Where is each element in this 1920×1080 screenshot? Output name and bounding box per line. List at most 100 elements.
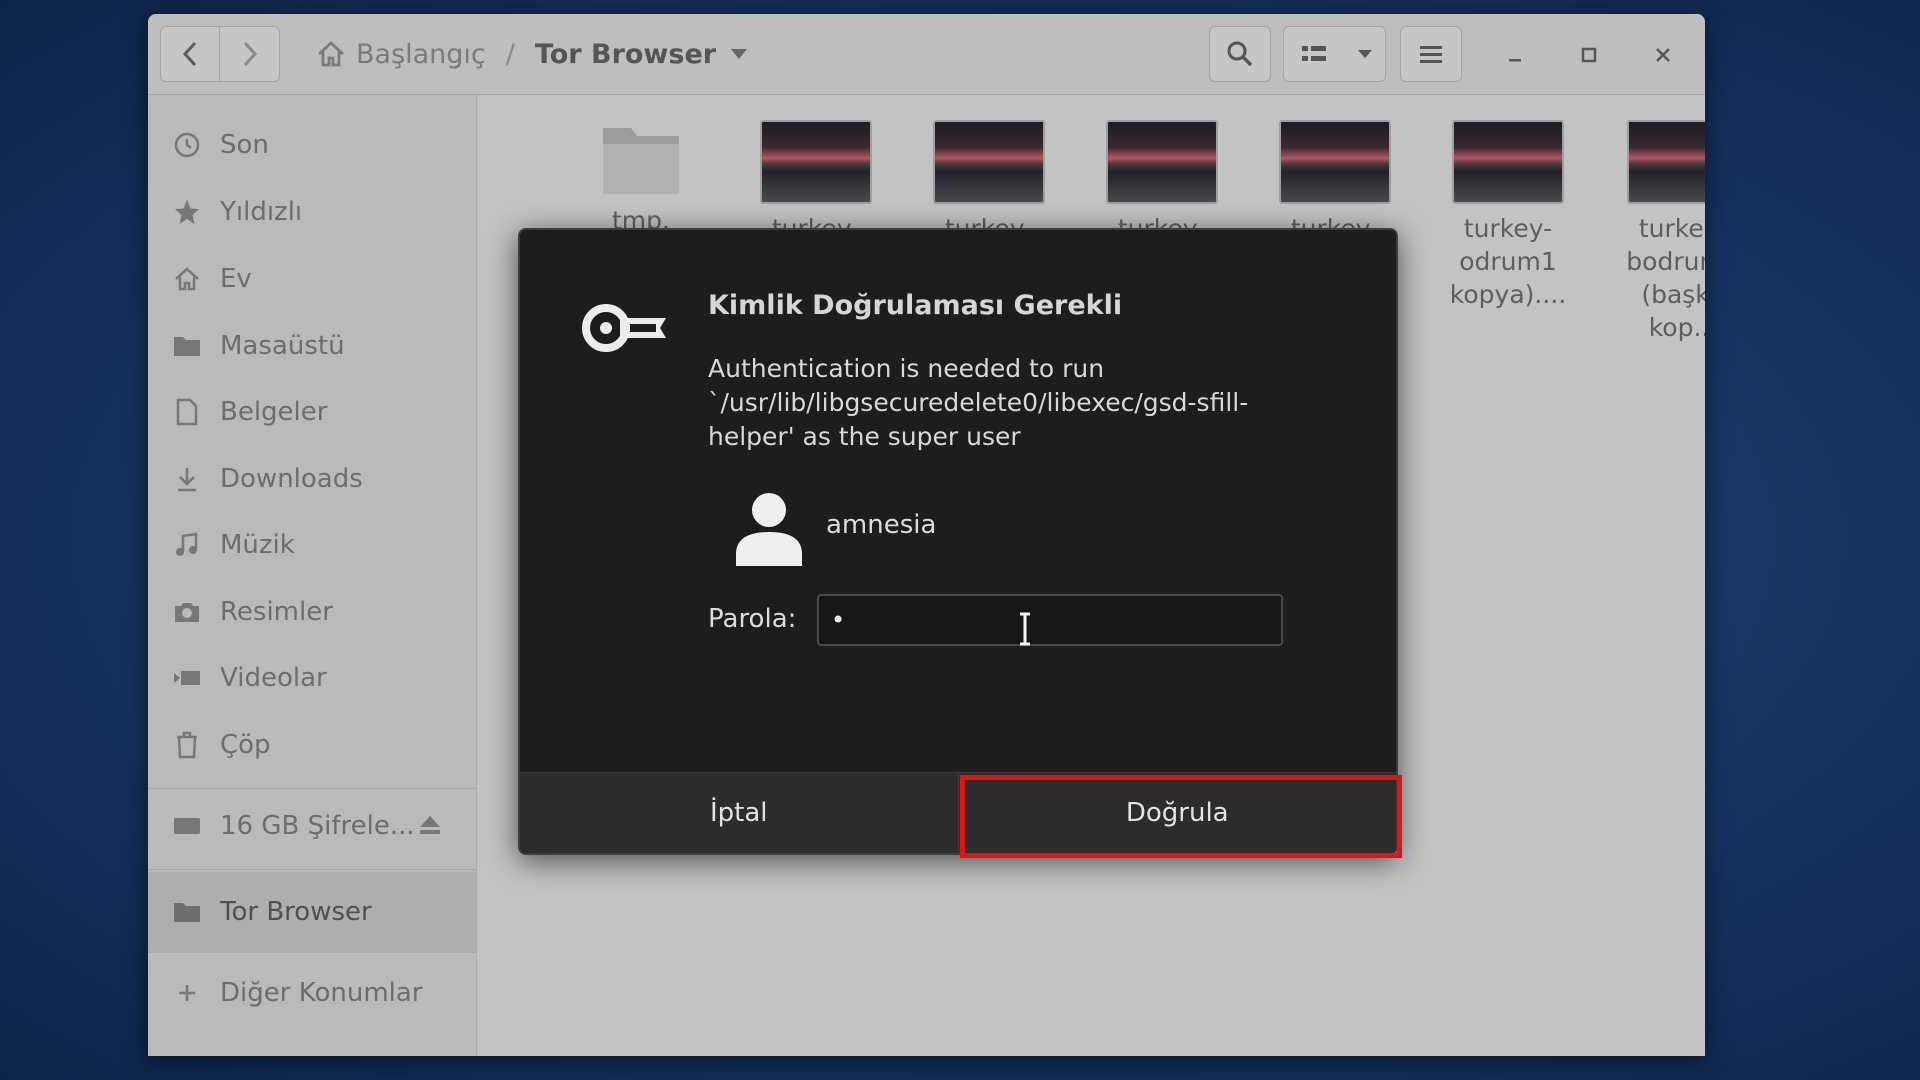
dialog-message: Authentication is needed to run `/usr/li… <box>708 354 1249 451</box>
sidebar-item-yildizli[interactable]: Yıldızlı <box>148 184 476 240</box>
maximize-button[interactable] <box>1574 40 1604 70</box>
authentication-dialog: Kimlik Doğrulaması Gerekli Authenticatio… <box>518 228 1402 858</box>
sidebar-item-label: Diğer Konumlar <box>220 978 423 1008</box>
authenticate-button[interactable]: Doğrula <box>958 773 1396 853</box>
search-button[interactable] <box>1209 26 1271 82</box>
image-thumbnail <box>1627 120 1705 204</box>
chevron-left-icon <box>182 41 197 67</box>
file-name: (başka kop... <box>1641 280 1705 342</box>
file-name: turkey- <box>1638 214 1705 243</box>
file-item-folder[interactable]: tmp. <box>566 120 716 237</box>
sidebar-item-label: Müzik <box>220 530 295 560</box>
file-name: kopya).... <box>1449 280 1567 309</box>
password-field[interactable] <box>817 594 1283 646</box>
sidebar-item-label: Resimler <box>220 597 333 627</box>
username-label: amnesia <box>826 510 937 540</box>
star-icon <box>172 199 202 225</box>
home-icon <box>318 41 344 67</box>
breadcrumb-current-label: Tor Browser <box>534 38 717 70</box>
header-bar: Başlangıç / Tor Browser <box>148 14 1705 95</box>
folder-icon <box>172 334 202 358</box>
drive-icon <box>172 815 202 837</box>
sidebar-item-cop[interactable]: Çöp <box>148 717 476 773</box>
clock-icon <box>172 132 202 158</box>
chevron-down-icon <box>731 49 748 59</box>
breadcrumb-separator: / <box>505 38 515 70</box>
download-icon <box>172 466 202 492</box>
password-label: Parola: <box>708 604 797 634</box>
sidebar-item-label: 16 GB Şifrele... <box>220 811 415 841</box>
navigation-buttons <box>160 26 280 82</box>
sidebar-item-drive[interactable]: 16 GB Şifrele... <box>148 798 476 854</box>
dialog-title: Kimlik Doğrulaması Gerekli <box>708 290 1123 321</box>
key-icon <box>582 304 666 352</box>
view-options-button[interactable] <box>1344 26 1386 82</box>
image-thumbnail <box>760 120 872 204</box>
file-item-image[interactable]: turkey- <box>1260 120 1410 245</box>
folder-icon <box>601 120 681 196</box>
forward-button[interactable] <box>220 26 280 82</box>
breadcrumb-home[interactable]: Başlangıç <box>316 39 486 70</box>
file-name: turkey- <box>1463 214 1553 243</box>
file-item-image[interactable]: turkey- <box>741 120 891 245</box>
sidebar-item-masaustu[interactable]: Masaüstü <box>148 318 476 374</box>
folder-icon <box>172 900 202 924</box>
file-name: odrum1 <box>1459 247 1557 276</box>
file-item-image[interactable]: turkey- bodrum1 (başka kop... <box>1608 120 1705 344</box>
file-item-image[interactable]: turkey- odrum1 kopya).... <box>1433 120 1583 311</box>
hamburger-menu-icon <box>1420 46 1442 63</box>
close-button[interactable] <box>1648 40 1678 70</box>
sidebar-item-resimler[interactable]: Resimler <box>148 584 476 640</box>
sidebar-item-other-locations[interactable]: Diğer Konumlar <box>148 965 476 1021</box>
sidebar-item-downloads[interactable]: Downloads <box>148 451 476 507</box>
list-view-icon <box>1302 46 1326 61</box>
video-icon <box>172 668 202 688</box>
minimize-button[interactable] <box>1500 40 1530 70</box>
sidebar-item-label: Belgeler <box>220 397 328 427</box>
sidebar-item-label: Yıldızlı <box>220 197 303 227</box>
sidebar-divider <box>148 788 476 789</box>
search-icon <box>1227 41 1253 67</box>
eject-icon[interactable] <box>418 813 442 844</box>
close-icon <box>1656 48 1670 62</box>
music-icon <box>172 532 202 558</box>
sidebar-item-label: Masaüstü <box>220 331 345 361</box>
breadcrumb: Başlangıç / Tor Browser <box>316 36 748 72</box>
text-cursor-icon <box>1020 612 1030 646</box>
sidebar-item-label: Downloads <box>220 464 363 494</box>
file-item-image[interactable]: turkey- <box>1087 120 1237 245</box>
sidebar-item-label: Son <box>220 130 269 160</box>
chevron-down-icon <box>1357 50 1372 58</box>
menu-button[interactable] <box>1400 26 1462 82</box>
sidebar-item-label: Tor Browser <box>220 897 372 927</box>
plus-icon <box>172 982 202 1004</box>
image-thumbnail <box>1279 120 1391 204</box>
minimize-icon <box>1509 59 1521 62</box>
sidebar-item-videolar[interactable]: Videolar <box>148 650 476 706</box>
sidebar-item-belgeler[interactable]: Belgeler <box>148 384 476 440</box>
back-button[interactable] <box>160 26 220 82</box>
sidebar-item-son[interactable]: Son <box>148 117 476 173</box>
sidebar-item-label: Ev <box>220 264 252 294</box>
breadcrumb-home-label: Başlangıç <box>356 38 486 70</box>
sidebar-item-label: Videolar <box>220 663 327 693</box>
maximize-icon <box>1581 47 1597 63</box>
sidebar-divider <box>148 869 476 870</box>
file-item-image[interactable]: turkey- <box>914 120 1064 245</box>
document-icon <box>172 398 202 426</box>
home-icon <box>172 267 202 291</box>
image-thumbnail <box>933 120 1045 204</box>
sidebar-item-tor-browser[interactable]: Tor Browser <box>148 872 476 952</box>
view-list-button[interactable] <box>1283 26 1345 82</box>
image-thumbnail <box>1452 120 1564 204</box>
sidebar-item-label: Çöp <box>220 730 271 760</box>
dialog-button-bar: İptal Doğrula <box>520 772 1396 853</box>
image-thumbnail <box>1106 120 1218 204</box>
breadcrumb-current[interactable]: Tor Browser <box>535 39 748 70</box>
sidebar-item-ev[interactable]: Ev <box>148 251 476 307</box>
file-name: bodrum1 <box>1626 247 1705 276</box>
user-avatar-icon <box>736 493 802 566</box>
cancel-button[interactable]: İptal <box>520 773 959 853</box>
chevron-right-icon <box>243 41 257 67</box>
sidebar-item-muzik[interactable]: Müzik <box>148 517 476 573</box>
